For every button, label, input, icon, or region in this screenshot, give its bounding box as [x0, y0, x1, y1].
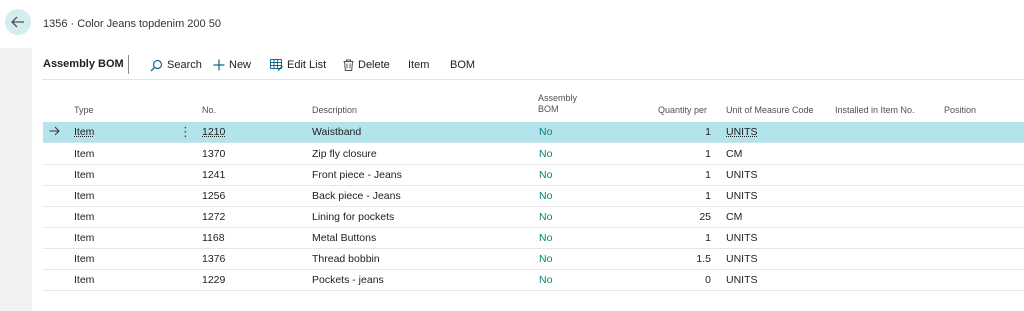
column-header-description[interactable]: Description: [312, 105, 357, 116]
row-quantity-per[interactable]: 0: [651, 274, 711, 287]
trash-icon: [343, 59, 354, 71]
row-no[interactable]: 1168: [202, 232, 225, 245]
action-bar: Assembly BOM Search New Edit List Delete…: [32, 48, 1024, 80]
row-unit-of-measure[interactable]: CM: [726, 148, 742, 161]
row-no[interactable]: 1370: [202, 148, 225, 161]
table-row[interactable]: Item 1370 Zip fly closure No 1 CM: [43, 144, 1024, 165]
table-row[interactable]: Item 1376 Thread bobbin No 1.5 UNITS: [43, 249, 1024, 270]
row-unit-of-measure[interactable]: UNITS: [726, 126, 758, 139]
row-type[interactable]: Item: [74, 211, 94, 224]
row-type[interactable]: Item: [74, 232, 94, 245]
table-row[interactable]: Item ⋮ 1210 Waistband No 1 UNITS: [43, 122, 1024, 143]
delete-label: Delete: [358, 59, 390, 71]
new-label: New: [229, 59, 252, 71]
page-title: 1356 · Color Jeans topdenim 200 50: [43, 18, 221, 30]
column-header-installed-in-item[interactable]: Installed in Item No.: [835, 105, 915, 116]
item-menu-button[interactable]: Item: [408, 57, 429, 73]
row-assembly-bom: No: [539, 148, 553, 160]
row-quantity-per[interactable]: 1: [651, 148, 711, 161]
row-type[interactable]: Item: [74, 253, 94, 266]
new-button[interactable]: New: [213, 57, 251, 73]
row-description[interactable]: Thread bobbin: [312, 253, 380, 266]
row-quantity-per[interactable]: 1.5: [651, 253, 711, 266]
table-row[interactable]: Item 1168 Metal Buttons No 1 UNITS: [43, 228, 1024, 249]
row-quantity-per[interactable]: 1: [651, 126, 711, 139]
row-description[interactable]: Pockets - jeans: [312, 274, 384, 287]
row-description[interactable]: Metal Buttons: [312, 232, 376, 245]
action-bar-divider: [128, 55, 129, 74]
row-assembly-bom: No: [539, 169, 553, 181]
row-assembly-bom: No: [539, 190, 553, 202]
column-header-no[interactable]: No.: [202, 105, 216, 116]
row-arrow-icon: [49, 126, 60, 136]
row-description[interactable]: Front piece - Jeans: [312, 169, 402, 182]
row-description[interactable]: Back piece - Jeans: [312, 190, 401, 203]
row-assembly-bom: No: [539, 126, 553, 138]
edit-list-label: Edit List: [287, 59, 327, 71]
row-no[interactable]: 1256: [202, 190, 225, 203]
part-title: Assembly BOM: [43, 58, 124, 70]
row-unit-of-measure[interactable]: UNITS: [726, 253, 758, 266]
row-type[interactable]: Item: [74, 190, 94, 203]
row-assembly-bom: No: [539, 211, 553, 223]
column-header-quantity-per[interactable]: Quantity per: [658, 105, 707, 116]
column-header-position[interactable]: Position: [944, 105, 976, 116]
back-arrow-icon: [11, 16, 24, 28]
column-header-type[interactable]: Type: [74, 105, 94, 116]
row-unit-of-measure[interactable]: UNITS: [726, 274, 758, 287]
row-quantity-per[interactable]: 1: [651, 190, 711, 203]
row-description[interactable]: Waistband: [312, 126, 361, 139]
more-vertical-icon[interactable]: ⋮: [179, 124, 192, 140]
row-quantity-per[interactable]: 25: [651, 211, 711, 224]
row-type[interactable]: Item: [74, 148, 94, 161]
assembly-bom-part: Assembly BOM Search New Edit List Delete…: [32, 48, 1024, 311]
row-unit-of-measure[interactable]: CM: [726, 211, 742, 224]
row-assembly-bom: No: [539, 253, 553, 265]
item-menu-label: Item: [408, 59, 430, 71]
row-description[interactable]: Lining for pockets: [312, 211, 394, 224]
bom-menu-label: BOM: [450, 59, 476, 71]
table-row[interactable]: Item 1229 Pockets - jeans No 0 UNITS: [43, 270, 1024, 291]
search-label: Search: [167, 59, 202, 71]
search-button[interactable]: Search: [150, 57, 202, 73]
row-type[interactable]: Item: [74, 169, 94, 182]
row-no[interactable]: 1272: [202, 211, 225, 224]
action-bar-separator: [42, 79, 1024, 80]
row-no[interactable]: 1229: [202, 274, 225, 287]
row-quantity-per[interactable]: 1: [651, 169, 711, 182]
table-row[interactable]: Item 1241 Front piece - Jeans No 1 UNITS: [43, 165, 1024, 186]
row-no[interactable]: 1376: [202, 253, 225, 266]
plus-icon: [213, 59, 225, 71]
row-unit-of-measure[interactable]: UNITS: [726, 169, 758, 182]
search-icon: [150, 59, 163, 71]
column-header-unit-of-measure[interactable]: Unit of Measure Code: [726, 105, 814, 116]
column-header-assembly-bom[interactable]: Assembly BOM: [538, 93, 577, 115]
column-header-assembly-bom-line1: Assembly: [538, 93, 578, 103]
edit-list-button[interactable]: Edit List: [270, 57, 326, 73]
row-description[interactable]: Zip fly closure: [312, 148, 377, 161]
row-unit-of-measure[interactable]: UNITS: [726, 232, 758, 245]
row-type[interactable]: Item: [74, 274, 94, 287]
row-quantity-per[interactable]: 1: [651, 232, 711, 245]
row-no[interactable]: 1210: [202, 126, 225, 139]
row-no[interactable]: 1241: [202, 169, 225, 182]
row-type[interactable]: Item: [74, 126, 94, 139]
bom-menu-button[interactable]: BOM: [450, 57, 475, 73]
row-assembly-bom: No: [539, 232, 553, 244]
row-assembly-bom: No: [539, 274, 553, 286]
page-header: 1356 · Color Jeans topdenim 200 50: [0, 0, 1024, 48]
delete-button[interactable]: Delete: [343, 57, 390, 73]
table-row[interactable]: Item 1256 Back piece - Jeans No 1 UNITS: [43, 186, 1024, 207]
edit-list-icon: [270, 59, 283, 71]
table-row[interactable]: Item 1272 Lining for pockets No 25 CM: [43, 207, 1024, 228]
column-header-assembly-bom-line2: BOM: [538, 104, 559, 114]
back-button[interactable]: [5, 9, 31, 35]
row-unit-of-measure[interactable]: UNITS: [726, 190, 758, 203]
